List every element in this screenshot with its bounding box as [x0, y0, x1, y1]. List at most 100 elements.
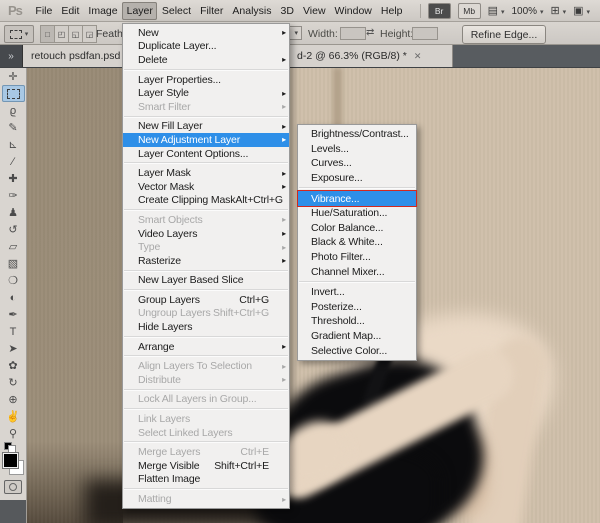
menubar-item-3d[interactable]: 3D	[276, 2, 298, 20]
menubar-item-analysis[interactable]: Analysis	[228, 2, 276, 20]
menubar-right-controls: Br Mb ▤ ▾ 100% ▾ ⊞ ▾ ▣ ▾	[419, 2, 600, 19]
layer-menu-item-layer-properties[interactable]: Layer Properties...	[123, 73, 289, 87]
refine-edge-button[interactable]: Refine Edge...	[462, 25, 546, 44]
adjustment-item-selective-color[interactable]: Selective Color...	[298, 343, 416, 358]
layer-menu-item-delete[interactable]: Delete ▸	[123, 53, 289, 67]
menubar-item-help[interactable]: Help	[376, 2, 407, 20]
menubar-item-select[interactable]: Select	[157, 2, 195, 20]
selection-mode-button-2[interactable]: ◱	[69, 25, 83, 43]
layer-menu-item-layer-mask[interactable]: Layer Mask ▸	[123, 166, 289, 180]
document-tab-2[interactable]: d-2 @ 66.3% (RGB/8) * ✕	[289, 45, 453, 67]
adjustment-item-hue-saturation[interactable]: Hue/Saturation...	[298, 206, 416, 221]
menubar-item-window[interactable]: Window	[330, 2, 376, 20]
tab-overflow-button[interactable]: »	[0, 45, 23, 67]
path-selection-tool[interactable]: ➤	[2, 340, 25, 357]
lasso-tool[interactable]: ϱ	[2, 102, 25, 119]
quick-mask-button[interactable]	[4, 480, 22, 494]
crop-tool[interactable]: ⊾	[2, 136, 25, 153]
arrange-documents-button[interactable]: ▤ ▾	[488, 4, 505, 17]
adjustment-item-posterize[interactable]: Posterize...	[298, 300, 416, 315]
view-extras-button[interactable]: ⊞ ▾	[551, 4, 567, 17]
brush-tool[interactable]: ✑	[2, 187, 25, 204]
pen-tool[interactable]: ✒	[2, 306, 25, 323]
selection-mode-button-0[interactable]: □	[40, 25, 55, 43]
submenu-arrow-icon: ▸	[282, 121, 286, 131]
adjustment-item-vibrance[interactable]: Vibrance...	[297, 190, 417, 207]
brush-icon: ✑	[8, 190, 18, 202]
custom-shape-tool[interactable]: ✿	[2, 357, 25, 374]
menubar-item-file[interactable]: File	[31, 2, 57, 20]
adjustment-item-photo-filter[interactable]: Photo Filter...	[298, 250, 416, 265]
dodge-tool[interactable]: ◐	[2, 289, 25, 306]
menu-separator	[124, 162, 288, 165]
gradient-icon: ▧	[7, 258, 19, 270]
submenu-arrow-icon: ▸	[282, 256, 286, 266]
menubar-item-image[interactable]: Image	[84, 2, 122, 20]
adjustment-item-levels[interactable]: Levels...	[298, 142, 416, 157]
adjustment-item-color-balance[interactable]: Color Balance...	[298, 221, 416, 236]
close-icon[interactable]: ✕	[414, 51, 422, 62]
layer-menu-item-arrange[interactable]: Arrange ▸	[123, 340, 289, 354]
hand-tool[interactable]: ✌	[2, 408, 25, 425]
menubar-item-edit[interactable]: Edit	[57, 2, 84, 20]
document-layout-icon: ▤	[487, 5, 499, 17]
layer-menu-item-flatten-image[interactable]: Flatten Image	[123, 473, 289, 487]
layer-menu-item-vector-mask[interactable]: Vector Mask ▸	[123, 180, 289, 194]
adjustment-item-black-white[interactable]: Black & White...	[298, 235, 416, 250]
history-brush-tool[interactable]: ↺	[2, 221, 25, 238]
bridge-button[interactable]: Br	[427, 2, 451, 19]
layer-menu-item-hide-layers[interactable]: Hide Layers	[123, 320, 289, 334]
layer-menu-item-new-fill-layer[interactable]: New Fill Layer ▸	[123, 120, 289, 134]
zoom-level-dropdown[interactable]: 100% ▾	[511, 5, 543, 17]
blur-tool[interactable]: ❍	[2, 272, 25, 289]
selection-mode-button-1[interactable]: ◰	[55, 25, 69, 43]
default-colors-icon[interactable]	[4, 442, 16, 453]
adjustment-item-threshold[interactable]: Threshold...	[298, 314, 416, 329]
zoom-tool[interactable]: ⚲	[2, 425, 25, 442]
eraser-icon: ▱	[8, 241, 18, 253]
submenu-arrow-icon: ▸	[282, 135, 286, 145]
layer-menu-item-create-clipping-mask[interactable]: Create Clipping Mask Alt+Ctrl+G	[123, 194, 289, 208]
layer-menu-item-merge-visible[interactable]: Merge Visible Shift+Ctrl+E	[123, 459, 289, 473]
healing-brush-tool[interactable]: ✚	[2, 170, 25, 187]
zoom-level-value: 100%	[511, 5, 538, 17]
layer-menu-item-group-layers[interactable]: Group Layers Ctrl+G	[123, 293, 289, 307]
type-tool[interactable]: T	[2, 323, 25, 340]
layer-menu-item-new-layer-based-slice[interactable]: New Layer Based Slice	[123, 274, 289, 288]
layer-menu-item-new-adjustment-layer[interactable]: New Adjustment Layer ▸	[123, 133, 289, 147]
layer-menu-item-video-layers[interactable]: Video Layers ▸	[123, 227, 289, 241]
selection-mode-button-3[interactable]: ◲	[83, 25, 97, 43]
menu-separator	[124, 388, 288, 391]
adjustment-item-invert[interactable]: Invert...	[298, 285, 416, 300]
menubar-item-view[interactable]: View	[298, 2, 330, 20]
layer-menu-item-rasterize[interactable]: Rasterize ▸	[123, 254, 289, 268]
menu-item-label: New	[138, 26, 159, 39]
eyedropper-tool[interactable]: ∕	[2, 153, 25, 170]
adjustment-item-gradient-map[interactable]: Gradient Map...	[298, 329, 416, 344]
3d-orbit-tool[interactable]: ⊕	[2, 391, 25, 408]
active-tool-preset[interactable]: ▾	[4, 25, 34, 43]
layer-menu-item-layer-content-options[interactable]: Layer Content Options...	[123, 147, 289, 161]
screen-mode-button[interactable]: ▣ ▾	[573, 4, 590, 17]
adjustment-item-brightness-contrast[interactable]: Brightness/Contrast...	[298, 127, 416, 142]
width-input[interactable]	[340, 27, 366, 40]
3d-rotate-tool[interactable]: ↻	[2, 374, 25, 391]
menubar-item-layer[interactable]: Layer	[122, 1, 158, 20]
layer-menu-item-duplicate-layer[interactable]: Duplicate Layer...	[123, 40, 289, 54]
swap-dimensions-icon[interactable]: ⇄	[366, 27, 374, 38]
quick-selection-tool[interactable]: ✎	[2, 119, 25, 136]
adjustment-item-curves[interactable]: Curves...	[298, 156, 416, 171]
height-input[interactable]	[412, 27, 438, 40]
rectangular-marquee-tool[interactable]	[1, 85, 25, 102]
gradient-tool[interactable]: ▧	[2, 255, 25, 272]
layer-menu-item-layer-style[interactable]: Layer Style ▸	[123, 86, 289, 100]
eraser-tool[interactable]: ▱	[2, 238, 25, 255]
menubar-item-filter[interactable]: Filter	[196, 2, 228, 20]
layer-menu-item-new[interactable]: New ▸	[123, 26, 289, 40]
minibridge-button[interactable]: Mb	[457, 2, 481, 19]
adjustment-item-channel-mixer[interactable]: Channel Mixer...	[298, 264, 416, 279]
adjustment-item-exposure[interactable]: Exposure...	[298, 171, 416, 186]
clone-stamp-tool[interactable]: ♟	[2, 204, 25, 221]
move-tool[interactable]: ✛	[2, 68, 25, 85]
foreground-color-swatch[interactable]	[3, 453, 18, 468]
